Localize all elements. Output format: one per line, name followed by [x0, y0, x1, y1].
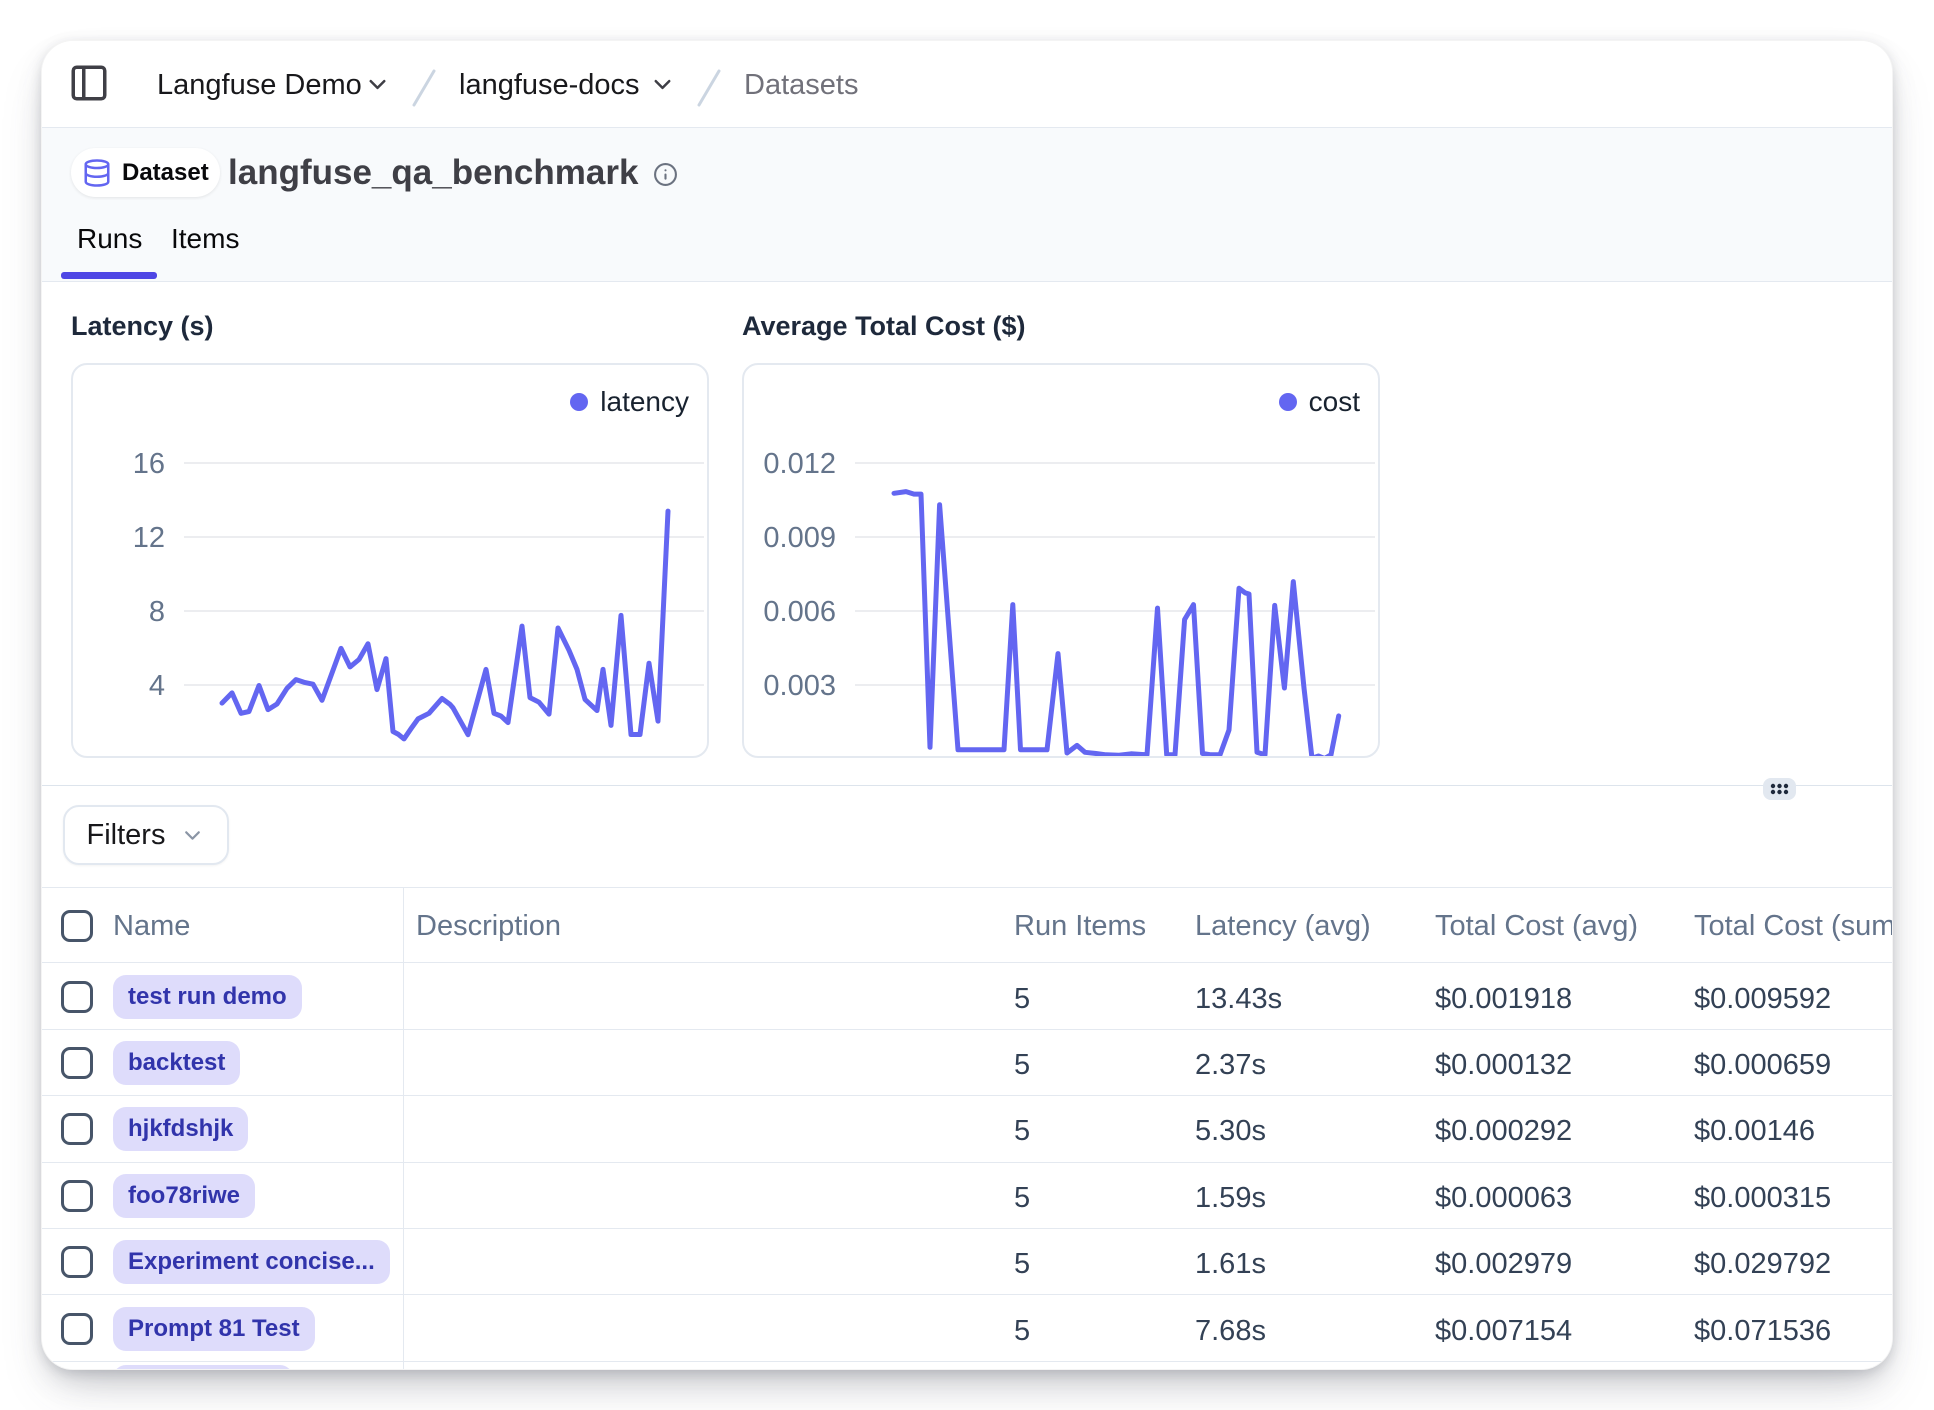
svg-text:8: 8	[149, 596, 165, 628]
svg-text:12: 12	[133, 522, 165, 554]
svg-text:4: 4	[149, 670, 165, 702]
svg-text:0.003: 0.003	[763, 670, 836, 702]
svg-text:0.012: 0.012	[763, 448, 836, 480]
svg-text:0.009: 0.009	[763, 522, 836, 554]
svg-text:16: 16	[133, 448, 165, 480]
svg-text:0.006: 0.006	[763, 596, 836, 628]
